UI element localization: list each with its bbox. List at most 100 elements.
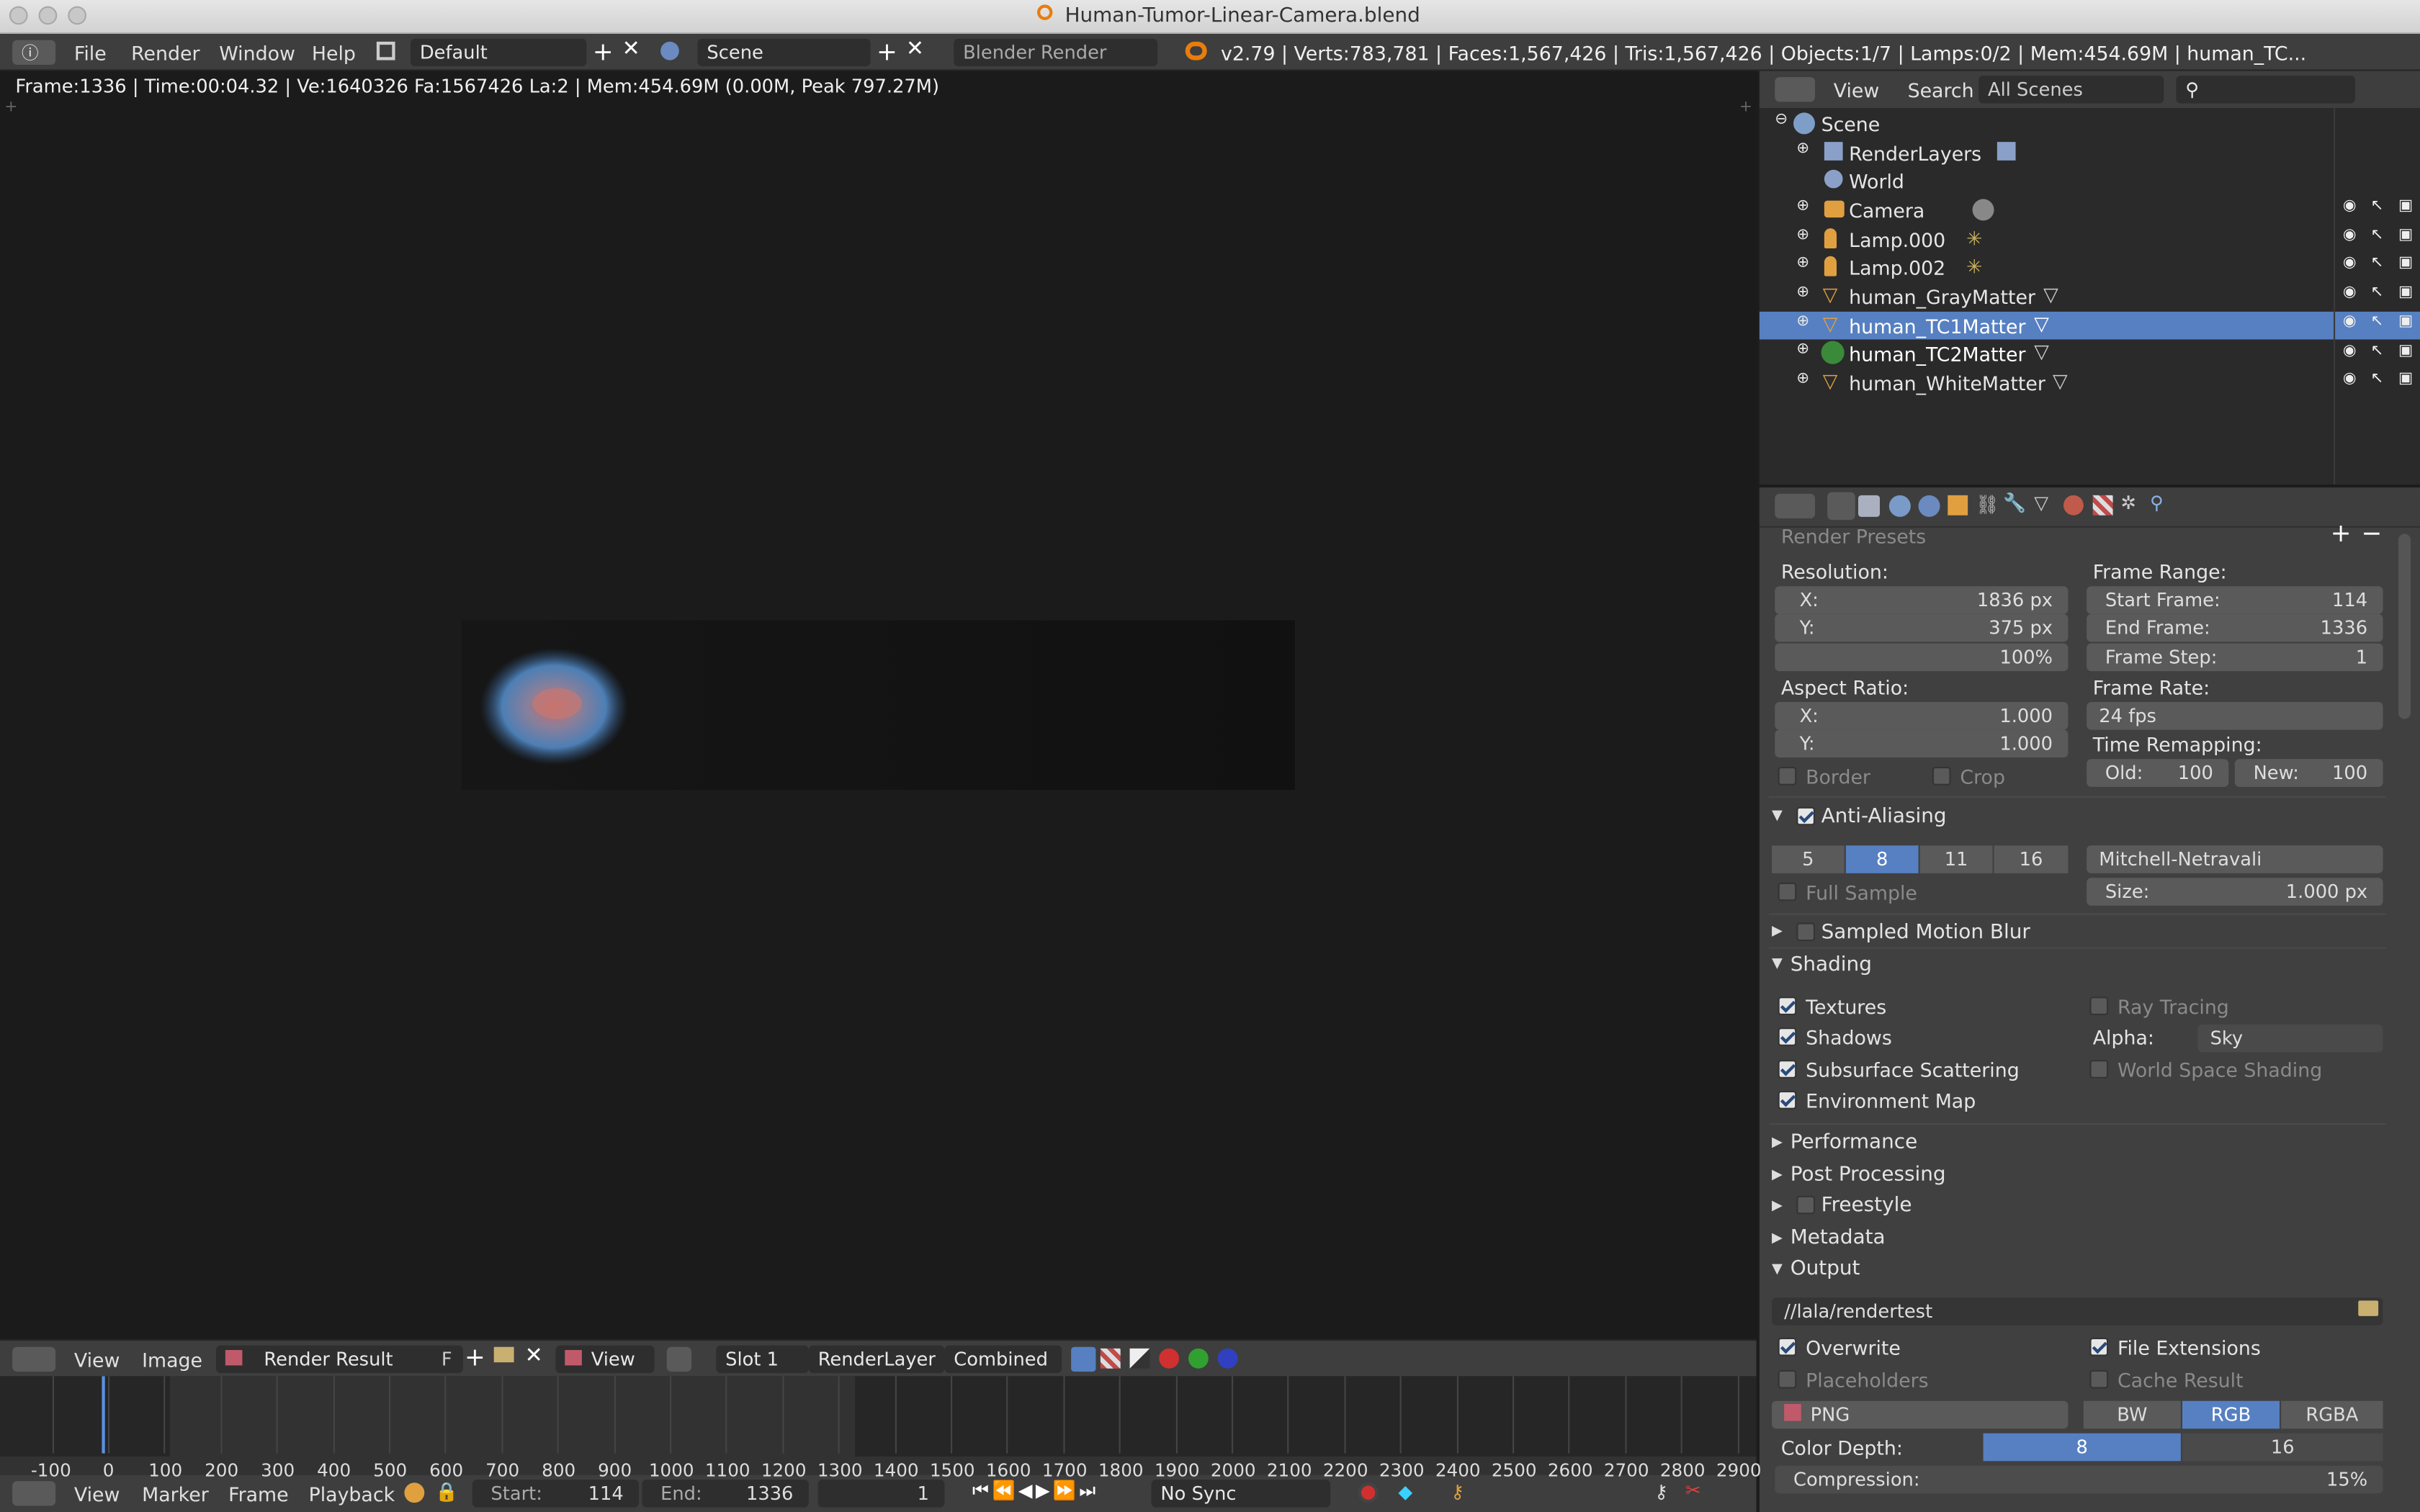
render-slot-select[interactable]: Slot 1 [716, 1345, 809, 1374]
pivot-icon[interactable] [666, 1346, 691, 1372]
menu-help[interactable]: Help [312, 42, 356, 65]
expand-icon[interactable]: ⊕ [1796, 197, 1809, 215]
minimize-window-button[interactable] [38, 6, 58, 25]
add-screen-icon[interactable]: + [593, 37, 614, 66]
visibility-eye-icon[interactable]: ◉ [2343, 197, 2357, 215]
aa-samples-5[interactable]: 5 [1772, 845, 1845, 873]
constraints-tab-icon[interactable]: ⛓ [1976, 494, 1999, 516]
anti-aliasing-checkbox[interactable] [1796, 806, 1815, 826]
editor-type-info-icon[interactable]: ⓘ [12, 40, 56, 65]
renderability-camera-icon[interactable]: ▣ [2398, 284, 2413, 301]
outliner-search-input[interactable]: ⚲ [2176, 76, 2355, 104]
freestyle-checkbox[interactable] [1796, 1195, 1815, 1215]
full-sample-checkbox[interactable] [1778, 882, 1797, 901]
mode-view-select[interactable]: View [555, 1345, 655, 1374]
shading-panel-title[interactable]: Shading [1791, 953, 1872, 976]
output-panel-title[interactable]: Output [1791, 1257, 1860, 1280]
output-path-input[interactable]: //lala/rendertest [1772, 1297, 2383, 1326]
motion-blur-checkbox[interactable] [1796, 922, 1815, 942]
particles-tab-icon[interactable]: ✲ [2120, 492, 2136, 514]
expand-icon[interactable]: ⊕ [1796, 313, 1809, 330]
lock-icon[interactable]: 🔒 [435, 1481, 458, 1503]
render-engine-select[interactable]: Blender Render [954, 38, 1158, 67]
renderlayers-tab-icon[interactable] [1858, 495, 1880, 517]
alpha-select[interactable]: Sky [2197, 1024, 2383, 1053]
aa-samples-8[interactable]: 8 [1845, 845, 1919, 873]
menu-render[interactable]: Render [131, 42, 200, 65]
expand-triangle-icon[interactable]: ▶ [1772, 1135, 1783, 1151]
scene-field[interactable]: Scene [697, 38, 871, 67]
expand-triangle-icon[interactable]: ▶ [1772, 1231, 1783, 1246]
collapse-triangle-icon[interactable]: ▼ [1772, 809, 1783, 824]
green-channel-icon[interactable] [1188, 1348, 1209, 1369]
file-format-select[interactable]: PNG [1772, 1400, 2069, 1429]
visibility-eye-icon[interactable]: ◉ [2343, 342, 2357, 359]
selectability-cursor-icon[interactable]: ↖ [2370, 197, 2383, 215]
scene-tab-icon[interactable] [1888, 495, 1911, 517]
time-remap-new-field[interactable]: New: 100 [2234, 759, 2383, 787]
aa-samples-11[interactable]: 11 [1919, 845, 1993, 873]
fake-user-button[interactable]: F [442, 1349, 452, 1370]
add-scene-icon[interactable]: + [877, 37, 897, 66]
frame-step-field[interactable]: Frame Step: 1 [2087, 643, 2383, 672]
collapse-triangle-icon[interactable]: ▼ [1772, 1262, 1783, 1277]
freestyle-panel-title[interactable]: Freestyle [1821, 1194, 1912, 1218]
color-depth-8[interactable]: 8 [1983, 1433, 2181, 1462]
renderability-camera-icon[interactable]: ▣ [2398, 342, 2413, 359]
start-frame-field[interactable]: Start Frame: 114 [2087, 586, 2383, 614]
outliner-item-human-whitematter[interactable]: ⊕ ▽ human_WhiteMatter ▽ [1760, 369, 2420, 397]
outliner-display-mode[interactable]: All Scenes [1978, 76, 2164, 104]
menu-file[interactable]: File [74, 42, 107, 65]
outliner-item-scene[interactable]: ⊖ Scene [1760, 109, 2420, 138]
collapse-triangle-icon[interactable]: ▼ [1772, 957, 1783, 972]
close-window-button[interactable] [9, 6, 28, 25]
expand-icon[interactable]: ⊕ [1796, 227, 1809, 244]
visibility-eye-icon[interactable]: ◉ [2343, 371, 2357, 388]
next-keyframe-icon[interactable]: ⏩ [1053, 1480, 1079, 1501]
aa-filter-select[interactable]: Mitchell-Netravali [2087, 845, 2383, 873]
compression-slider[interactable]: Compression: 15% [1775, 1465, 2383, 1494]
screen-layout-icon[interactable] [376, 41, 395, 60]
prev-keyframe-icon[interactable]: ⏪ [992, 1480, 1018, 1501]
sync-mode-select[interactable]: No Sync [1151, 1480, 1331, 1508]
render-layer-select[interactable]: RenderLayer [808, 1345, 945, 1374]
performance-panel-title[interactable]: Performance [1791, 1131, 1918, 1154]
aspect-x-field[interactable]: X: 1.000 [1775, 701, 2069, 730]
image-menu-image[interactable]: Image [142, 1349, 202, 1372]
object-tab-icon[interactable] [1948, 495, 1968, 516]
expand-icon[interactable]: ⊕ [1796, 255, 1809, 272]
aa-samples-16[interactable]: 16 [1994, 845, 2069, 873]
renderability-camera-icon[interactable]: ▣ [2398, 371, 2413, 388]
expand-icon[interactable]: ⊕ [1796, 140, 1809, 158]
outliner-item-human-tc1matter[interactable]: ⊕ ▽ human_TC1Matter ▽ [1759, 311, 2420, 340]
red-channel-icon[interactable] [1159, 1348, 1180, 1369]
time-remap-old-field[interactable]: Old: 100 [2087, 759, 2229, 787]
outliner-item-world[interactable]: World [1760, 166, 2420, 194]
metadata-panel-title[interactable]: Metadata [1791, 1227, 1886, 1250]
mesh-data-tab-icon[interactable]: ▽ [2034, 492, 2048, 514]
record-icon[interactable] [1358, 1482, 1379, 1503]
resolution-y-field[interactable]: Y: 375 px [1775, 613, 2069, 642]
expand-triangle-icon[interactable]: ▶ [1772, 1168, 1783, 1183]
end-frame-field[interactable]: End Frame: 1336 [2087, 613, 2383, 642]
draw-color-icon[interactable] [1100, 1348, 1121, 1369]
outliner-menu-view[interactable]: View [1834, 78, 1880, 102]
screen-layout-field[interactable]: Default [411, 38, 587, 67]
image-menu-view[interactable]: View [74, 1349, 120, 1372]
color-depth-16[interactable]: 16 [2182, 1433, 2383, 1462]
placeholders-checkbox[interactable] [1778, 1369, 1797, 1389]
expand-icon[interactable]: ⊕ [1796, 341, 1809, 359]
draw-alpha-icon[interactable] [1129, 1348, 1150, 1369]
expand-triangle-icon[interactable]: ▶ [1772, 1199, 1783, 1214]
world-tab-icon[interactable] [1918, 495, 1940, 517]
renderability-camera-icon[interactable]: ▣ [2398, 255, 2413, 272]
visibility-eye-icon[interactable]: ◉ [2343, 284, 2357, 301]
jump-end-icon[interactable]: ⏭ [1079, 1480, 1098, 1501]
collapse-icon[interactable]: ⊖ [1775, 111, 1788, 128]
current-frame-cursor[interactable] [102, 1376, 105, 1454]
sampled-motion-blur-panel-title[interactable]: Sampled Motion Blur [1821, 921, 2030, 944]
filter-size-field[interactable]: Size: 1.000 px [2087, 878, 2383, 906]
expand-icon[interactable]: ⊕ [1796, 370, 1809, 387]
renderability-camera-icon[interactable]: ▣ [2398, 313, 2413, 330]
sss-checkbox[interactable] [1778, 1060, 1797, 1079]
